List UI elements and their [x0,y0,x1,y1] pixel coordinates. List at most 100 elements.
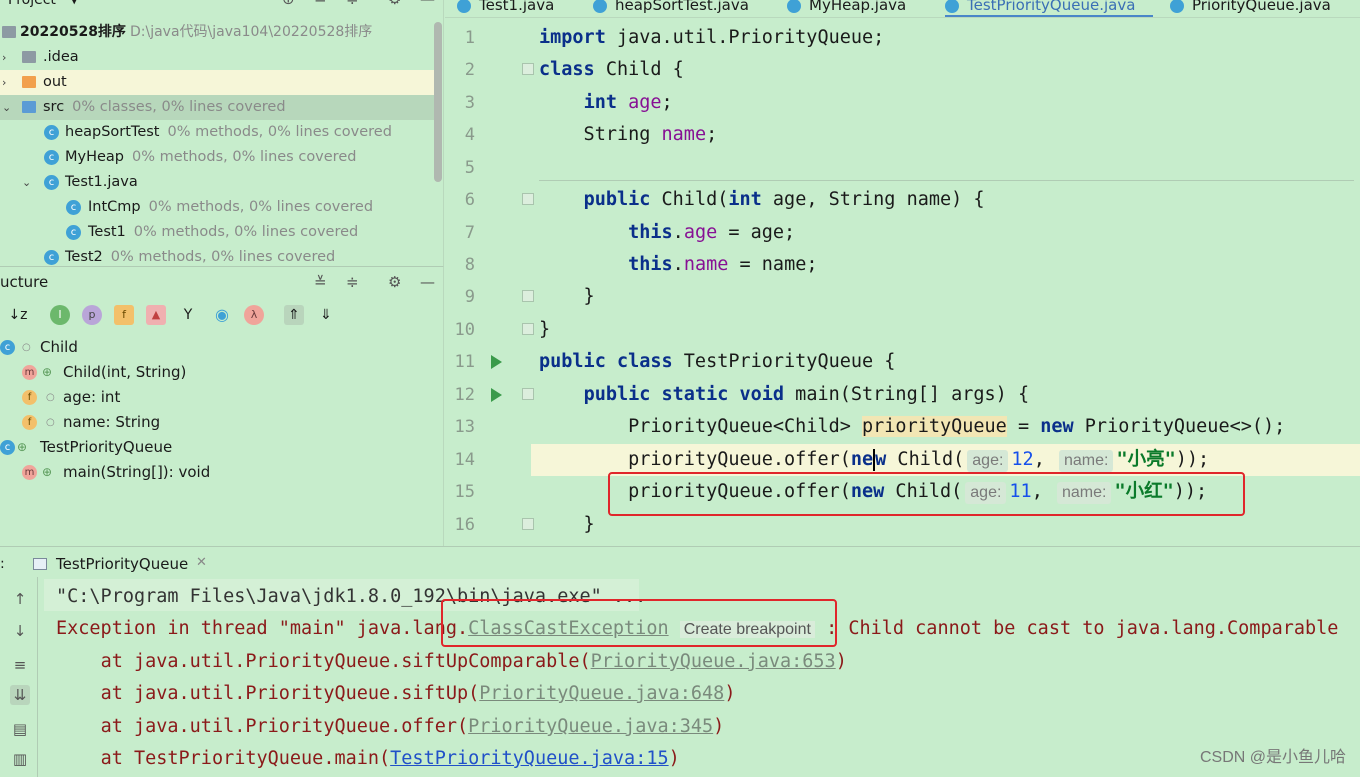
code-line-3: int age; [583,92,673,113]
fold-icon[interactable] [522,193,534,205]
tree-item-src[interactable]: ⌄ src 0% classes, 0% lines covered [0,95,440,120]
public-icon: ⊕ [42,465,53,479]
console-icon [33,558,47,570]
structure-title: ucture [0,273,49,291]
fields-icon[interactable]: f [114,305,134,325]
gear-icon[interactable]: ⚙ [388,273,401,291]
lambda-icon[interactable]: λ [244,305,264,325]
tab-label: PriorityQueue.java [1192,0,1331,14]
scroll-to-end-icon[interactable]: ⇊ [10,685,30,705]
coverage-text: 0% methods, 0% lines covered [132,149,357,165]
package-private-icon: ⊕ [42,365,53,379]
arrow-up-icon[interactable]: ↑ [10,589,30,609]
line-number: 4 [464,125,475,145]
chevron-down-icon[interactable]: ⌄ [22,170,31,195]
highlight-box-code [608,472,1245,516]
public-icon: ⊕ [17,440,28,454]
tree-item-heapsorttest[interactable]: c heapSortTest 0% methods, 0% lines cover… [0,120,440,145]
arrow-down-icon[interactable]: ↓ [10,621,30,641]
code-editor[interactable]: 1 2 3 4 5 6 7 8 9 10 11 12 13 14 15 16 i… [445,19,1360,545]
visibility-icon: ○ [22,342,31,353]
arg-value: 12 [1011,449,1034,470]
tree-item-label: .idea [43,49,79,65]
tree-item-intcmp[interactable]: c IntCmp 0% methods, 0% lines covered [0,195,440,220]
tree-item-myheap[interactable]: c MyHeap 0% methods, 0% lines covered [0,145,440,170]
code-line-11: public class TestPriorityQueue { [539,351,896,372]
field-icon: f [22,390,37,405]
line-number: 7 [464,223,475,243]
line-number: 12 [454,385,475,405]
minimize-icon[interactable]: — [420,273,435,291]
chevron-right-icon[interactable]: › [2,45,6,70]
class-icon: c [0,340,15,355]
code-line-1: import java.util.PriorityQueue; [539,27,885,48]
collapse-all-icon[interactable]: ≑ [346,0,359,8]
autoscroll-from-source-icon[interactable]: ⇓ [316,305,336,325]
chevron-down-icon[interactable]: ⌄ [2,95,11,120]
line-number: 10 [454,320,475,340]
stack-frame: at TestPriorityQueue.main(TestPriorityQu… [56,743,680,775]
class-icon [593,0,607,13]
tree-item-test2[interactable]: c Test2 0% methods, 0% lines covered [0,245,440,266]
stack-frame-link[interactable]: TestPriorityQueue.java:15 [390,748,668,769]
structure-item-label: TestPriorityQueue [40,438,173,456]
class-icon: c [44,125,59,140]
class-icon: c [66,200,81,215]
tree-item-out[interactable]: › out [0,70,440,95]
tab-label: Test1.java [479,0,555,14]
class-icon [457,0,471,13]
tree-item-label: Test1.java [65,174,138,190]
anonymous-class-icon[interactable]: ◉ [212,305,232,325]
stack-frame-link[interactable]: PriorityQueue.java:345 [468,716,713,737]
fold-icon[interactable] [522,63,534,75]
print-icon[interactable]: ▤ [10,719,30,739]
chevron-down-icon[interactable]: ▼ [70,0,78,6]
gear-icon[interactable]: ⚙ [388,0,401,8]
properties-icon[interactable]: p [82,305,102,325]
tree-item-idea[interactable]: › .idea [0,45,440,70]
line-number: 15 [454,482,475,502]
run-tab-label: TestPriorityQueue [56,555,189,573]
project-scrollbar[interactable] [434,22,442,182]
collapse-all-icon[interactable]: ≑ [346,273,359,291]
stack-frame-link[interactable]: PriorityQueue.java:648 [479,683,724,704]
stack-frame-end: ) [713,716,725,737]
class-icon [787,0,801,13]
line-number: 14 [454,450,475,470]
expand-all-icon[interactable]: ≚ [314,273,327,291]
autoscroll-to-source-icon[interactable]: ⇑ [284,305,304,325]
method-separator [539,180,1354,181]
expand-all-icon[interactable]: ≚ [314,0,327,8]
run-icon[interactable] [491,355,502,369]
project-title[interactable]: Project [8,0,56,8]
editor-tabs: Test1.java heapSortTest.java MyHeap.java… [445,0,1360,18]
hierarchy-icon[interactable]: Y [178,305,198,325]
chevron-right-icon[interactable]: › [2,70,6,95]
folder-icon [22,51,36,63]
line-number: 11 [454,352,475,372]
inherited-icon[interactable]: I [50,305,70,325]
tree-root[interactable]: 20220528排序 D:\java代码\java104\20220528排序 [0,20,440,45]
code-line-9: } [539,286,595,307]
target-icon[interactable]: ⊕ [282,0,295,8]
tree-item-test1-java[interactable]: ⌄ c Test1.java [0,170,440,195]
trash-icon[interactable]: ▥ [10,749,30,769]
minimize-icon[interactable]: — [420,0,435,8]
stack-frame-text: at java.util.PriorityQueue.offer( [100,716,469,737]
watermark: CSDN @是小鱼儿哈 [1199,749,1346,766]
lock-icon[interactable]: ▲ [146,305,166,325]
tree-item-label: MyHeap [65,149,125,165]
fold-icon[interactable] [522,388,534,400]
exception-suffix: : Child cannot be cast to java.lang.Comp… [826,618,1339,639]
run-icon[interactable] [491,388,502,402]
tree-item-label: out [43,74,67,90]
soft-wrap-icon[interactable]: ≡ [10,655,30,675]
stack-frame-link[interactable]: PriorityQueue.java:653 [591,651,836,672]
sort-alpha-icon[interactable]: ↓z [8,305,28,325]
tab-testpriorityqueue-java[interactable]: TestPriorityQueue.java [945,0,1153,17]
tree-item-test1[interactable]: c Test1 0% methods, 0% lines covered [0,220,440,245]
close-icon[interactable]: ✕ [196,555,207,570]
fold-icon[interactable] [522,323,534,335]
fold-icon[interactable] [522,290,534,302]
fold-icon[interactable] [522,518,534,530]
